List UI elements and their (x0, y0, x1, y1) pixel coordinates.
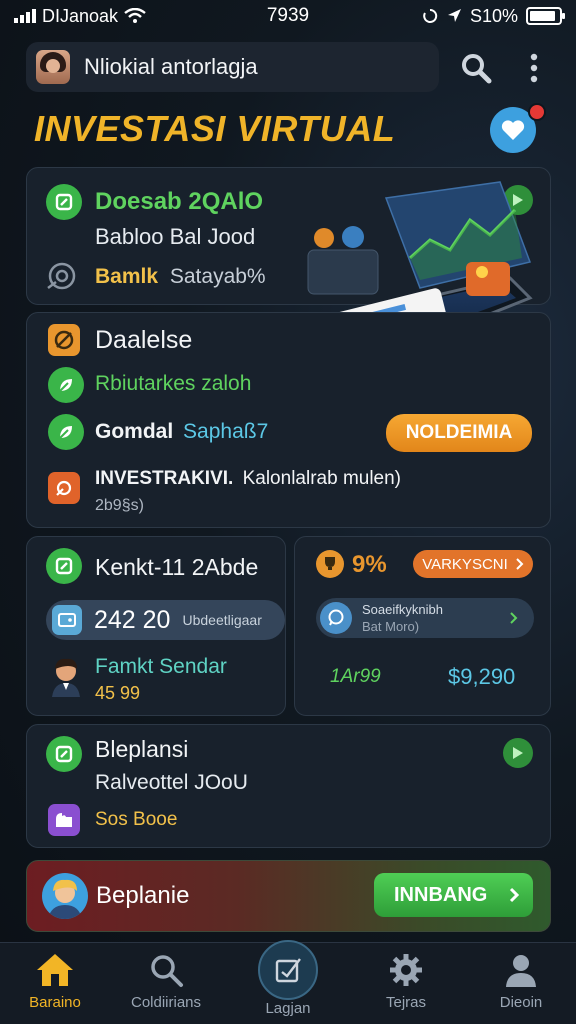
chevron-right-icon (510, 612, 518, 624)
card4-right-value: $9,290 (448, 664, 516, 689)
card4-percent: 9% (352, 551, 387, 578)
nav-center-label: Lagjan (265, 1000, 311, 1017)
gear-icon (390, 954, 422, 986)
leaf-icon (48, 367, 84, 403)
nav-settings-label: Tejras (385, 994, 426, 1011)
edit-icon (275, 958, 301, 983)
nav-search[interactable]: Coldiirians (111, 952, 221, 1011)
chat-icon (320, 602, 352, 634)
play-icon (513, 747, 523, 759)
card3-title: Kenkt-11 2Abde (95, 554, 259, 580)
user-icon (506, 955, 536, 987)
card3-pill-label: Ubdeetligaar (182, 612, 262, 628)
card2-footer-bold: INVESTRAKIVI. (95, 468, 234, 489)
card3-person-name: Famkt Sendar (95, 655, 227, 678)
home-icon (37, 954, 73, 986)
heart-icon (501, 120, 525, 140)
card2-footer-rest: Kalonlalrab mulen) (242, 468, 402, 489)
card3-balance-pill[interactable]: 242 20 Ubdeetligaar (46, 600, 285, 640)
trophy-icon (316, 550, 344, 578)
wifi-icon (124, 8, 146, 23)
leaf-icon (46, 184, 82, 220)
card5-title: Bleplansi (95, 736, 189, 762)
card2-item2: Gomdal Saphaß7 (95, 420, 268, 444)
profile-header[interactable]: Nliokial antorlagja (26, 42, 439, 92)
chevron-right-icon (516, 558, 524, 570)
search-button[interactable] (458, 50, 494, 86)
user-name: Nliokial antorlagja (84, 54, 258, 79)
wallet-icon (52, 605, 82, 635)
banner-action-button[interactable]: INNBANG (374, 873, 533, 917)
user-avatar[interactable] (36, 50, 70, 84)
battery-icon (526, 7, 565, 25)
card2-footer-value: 2b9§s) (95, 497, 144, 514)
battery-percent: S10% (469, 5, 518, 26)
nav-settings[interactable]: Tejras (351, 952, 461, 1011)
card2-title: Daalelse (95, 326, 193, 354)
notification-badge (528, 103, 546, 121)
chart-icon (48, 324, 80, 356)
card4-info-pill[interactable]: Soaeifkyknibh Bat Moro) (316, 598, 534, 638)
more-vertical-icon (530, 53, 538, 83)
card5-open-button[interactable] (503, 738, 533, 768)
card4-pill-sub: Bat Moro) (362, 619, 420, 634)
card2-footer: INVESTRAKIVI. Kalonlalrab mulen) (95, 468, 401, 490)
card5-row-label: Sos Booe (95, 809, 178, 830)
banner-label: Beplanie (96, 882, 190, 909)
status-time: 7939 (266, 5, 310, 26)
search-icon (462, 54, 492, 84)
card1-row: Bamlk Satayab% (95, 265, 266, 289)
leaf-icon (48, 414, 84, 450)
search-icon (151, 955, 183, 987)
status-bar: DIJanoak 7939 S10% (0, 0, 576, 32)
leaf-icon (46, 548, 82, 584)
nav-search-label: Coldiirians (130, 994, 202, 1011)
nav-profile[interactable]: Dieoin (466, 952, 576, 1011)
nav-home[interactable]: Baraino (0, 952, 110, 1011)
more-menu-button[interactable] (522, 50, 546, 86)
banner-avatar (42, 873, 88, 919)
nav-profile-label: Dieoin (499, 994, 543, 1011)
banner-button-label: INNBANG (394, 883, 488, 906)
nav-home-label: Baraino (29, 994, 81, 1011)
card4-pill-title: Soaeifkyknibh (362, 602, 443, 617)
page-title: INVESTASI VIRTUAL (34, 108, 396, 149)
rotation-lock-icon (423, 8, 438, 23)
card1-title: Doesab 2QAlO (95, 188, 264, 215)
signal-icon (14, 9, 36, 23)
person-avatar (48, 657, 84, 697)
nav-center-button[interactable] (258, 940, 318, 1000)
card1-row-value: Satayab% (169, 265, 266, 288)
card3-person-value: 45 99 (95, 683, 141, 703)
card4-button-label: VARKYSCNI (422, 555, 508, 573)
card4-action-button[interactable]: VARKYSCNI (413, 550, 533, 578)
chevron-right-icon (509, 887, 519, 903)
card1-row-label: Bamlk (95, 265, 159, 288)
card2-item2-label: Gomdal (95, 420, 174, 443)
pencil-icon (48, 472, 80, 504)
target-icon (46, 260, 78, 297)
card2-item2-value: Saphaß7 (183, 420, 269, 443)
location-icon (447, 9, 461, 22)
card2-item1: Rbiutarkes zaloh (95, 372, 252, 395)
puzzle-icon (48, 804, 80, 836)
card3-pill-value: 242 20 (94, 605, 171, 634)
carrier-label: DIJanoak (42, 5, 119, 26)
card1-subtitle: Babloo Bal Jood (95, 224, 256, 249)
card2-action-button[interactable]: NOLDEIMIA (386, 414, 532, 452)
leaf-icon (46, 736, 82, 772)
card4-left-value: 1Ar99 (330, 666, 381, 687)
card5-subtitle: Ralveottel JOoU (95, 771, 248, 794)
